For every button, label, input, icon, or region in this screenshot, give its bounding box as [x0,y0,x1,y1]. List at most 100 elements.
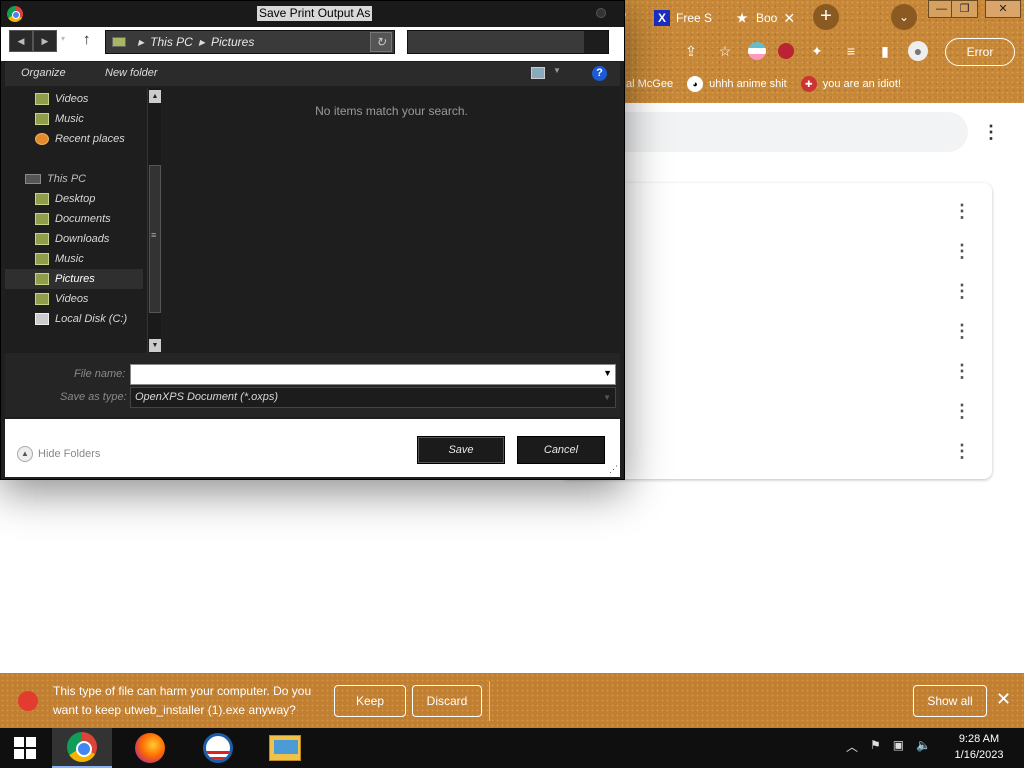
nav-item-downloads[interactable]: Downloads [5,229,143,249]
file-explorer-icon [269,735,301,761]
nav-item-videos[interactable]: Videos [5,289,143,309]
keep-button[interactable]: Keep [334,685,406,717]
cancel-button[interactable]: Cancel [517,436,605,464]
up-arrow-icon[interactable]: ↑ [83,31,91,48]
dialog-close-icon[interactable] [596,8,606,18]
new-tab-button[interactable]: + [813,4,839,30]
taskbar-file-explorer[interactable] [255,728,315,768]
chevron-up-icon[interactable]: ︿ [846,738,858,755]
system-tray: ︿ ⚑ ▣ 🔈 [846,738,931,755]
address-bar[interactable]: ▶ This PC ▶ Pictures ↻ [105,30,395,54]
save-as-type-select[interactable]: OpenXPS Document (*.oxps) ▼ [130,387,616,408]
organize-menu[interactable]: Organize [21,67,66,79]
bookmark-row-menu-icon[interactable]: ⋮ [953,199,971,223]
nav-item-local-disk[interactable]: Local Disk (C:) [5,309,143,329]
back-button[interactable]: ◀ [9,30,33,52]
download-warning-message: This type of file can harm your computer… [53,684,312,717]
nav-item-desktop[interactable]: Desktop [5,189,143,209]
nav-item-this-pc[interactable]: This PC [5,169,143,189]
breadcrumb-pictures[interactable]: Pictures [211,35,254,49]
profile-icon[interactable]: ● [908,41,928,61]
extension-avatar-icon[interactable] [778,43,794,59]
extension-flag-icon[interactable] [748,42,766,60]
change-view-icon[interactable] [531,67,545,79]
volume-icon[interactable]: 🔈 [916,738,931,755]
nav-pane-scrollbar[interactable]: ▲ ▼ [147,88,161,353]
bookmark-row-menu-icon[interactable]: ⋮ [953,319,971,343]
close-tab-icon[interactable]: ✕ [783,10,795,27]
chevron-down-icon[interactable]: ▼ [553,66,561,75]
nav-item-pictures[interactable]: Pictures [5,269,143,289]
clock-date: 1/16/2023 [954,749,1004,761]
nav-label: Downloads [55,233,110,245]
search-icon[interactable] [584,31,608,53]
recent-places-icon [35,133,49,145]
taskbar-obama-app[interactable] [188,728,248,768]
documents-folder-icon [35,213,49,225]
close-icon[interactable]: ✕ [996,689,1011,710]
show-all-button[interactable]: Show all [913,685,987,717]
browser-tab-bookmarks[interactable]: ★ Boo ✕ [728,4,808,32]
save-button[interactable]: Save [417,436,505,464]
maximize-button[interactable]: ❐ [951,0,978,18]
extensions-puzzle-icon[interactable]: ✦ [806,40,828,62]
bookmark-row-menu-icon[interactable]: ⋮ [953,279,971,303]
nav-label: Music [55,253,84,265]
breadcrumb-this-pc[interactable]: This PC [150,35,193,49]
music-folder-icon [35,253,49,265]
chevron-down-icon: ▼ [603,393,611,402]
refresh-icon[interactable]: ↻ [370,32,392,52]
bookmark-item[interactable]: ◕ uhhh anime shit [687,76,787,92]
share-icon[interactable]: ⇪ [680,40,702,62]
scrollbar-thumb[interactable] [149,165,161,313]
hide-folders-toggle[interactable]: ▲ Hide Folders [17,446,100,462]
dialog-titlebar[interactable]: Save Print Output As [1,1,624,27]
warning-icon [18,691,38,711]
reading-list-icon[interactable]: ≡ [840,40,862,62]
bookmark-star-icon[interactable]: ☆ [714,40,736,62]
nav-item-music[interactable]: Music [5,249,143,269]
file-name-input[interactable]: ▼ [130,364,616,385]
browser-tab-free[interactable]: X Free S [648,4,726,32]
bookmark-row-menu-icon[interactable]: ⋮ [953,239,971,263]
network-icon[interactable]: ▣ [893,738,904,755]
start-button[interactable] [0,728,50,768]
tab-search-button[interactable]: ⌄ [891,4,917,30]
bookmark-item[interactable]: ✚ you are an idiot! [800,76,901,92]
window-close-button[interactable]: ✕ [985,0,1021,18]
hide-folders-label: Hide Folders [38,448,101,460]
resize-grip-icon[interactable]: ⋰ [609,464,618,475]
help-icon[interactable]: ? [592,66,607,81]
bookmark-row-menu-icon[interactable]: ⋮ [953,359,971,383]
new-folder-button[interactable]: New folder [105,67,158,79]
scroll-down-icon[interactable]: ▼ [149,339,161,352]
bookmark-row-menu-icon[interactable]: ⋮ [953,439,971,463]
flag-bookmark-icon: ✚ [800,76,817,92]
nav-item-videos[interactable]: Videos [5,89,143,109]
nav-item-documents[interactable]: Documents [5,209,143,229]
action-center-flag-icon[interactable]: ⚑ [870,738,881,755]
profile-error-button[interactable]: Error [945,38,1015,66]
bookmark-row-menu-icon[interactable]: ⋮ [953,399,971,423]
search-input[interactable] [407,30,609,54]
recent-locations-icon[interactable]: ▾ [61,34,65,43]
nav-label: Videos [55,93,89,105]
star-icon: ★ [736,11,748,25]
taskbar-firefox[interactable] [120,728,180,768]
anime-bookmark-icon: ◕ [687,76,704,92]
scroll-up-icon[interactable]: ▲ [149,90,161,103]
taskbar-chrome[interactable] [52,728,112,768]
side-panel-icon[interactable]: ▮ [874,40,896,62]
forward-button[interactable]: ▶ [33,30,57,52]
save-dialog: Save Print Output As ◀ ▶ ▾ ↑ ▶ This PC ▶… [0,0,625,480]
nav-item-recent-places[interactable]: Recent places [5,129,143,149]
more-options-icon[interactable]: ⋮ [982,120,1000,144]
chevron-down-icon[interactable]: ▼ [603,368,612,378]
clock[interactable]: 9:28 AM 1/16/2023 [944,731,1014,763]
dialog-title: Save Print Output As [257,6,373,21]
discard-button[interactable]: Discard [412,685,482,717]
windows-logo-icon [14,737,36,759]
bookmark-item[interactable]: al McGee [626,78,673,90]
nav-item-music[interactable]: Music [5,109,143,129]
file-list-area[interactable]: No items match your search. [163,87,620,353]
